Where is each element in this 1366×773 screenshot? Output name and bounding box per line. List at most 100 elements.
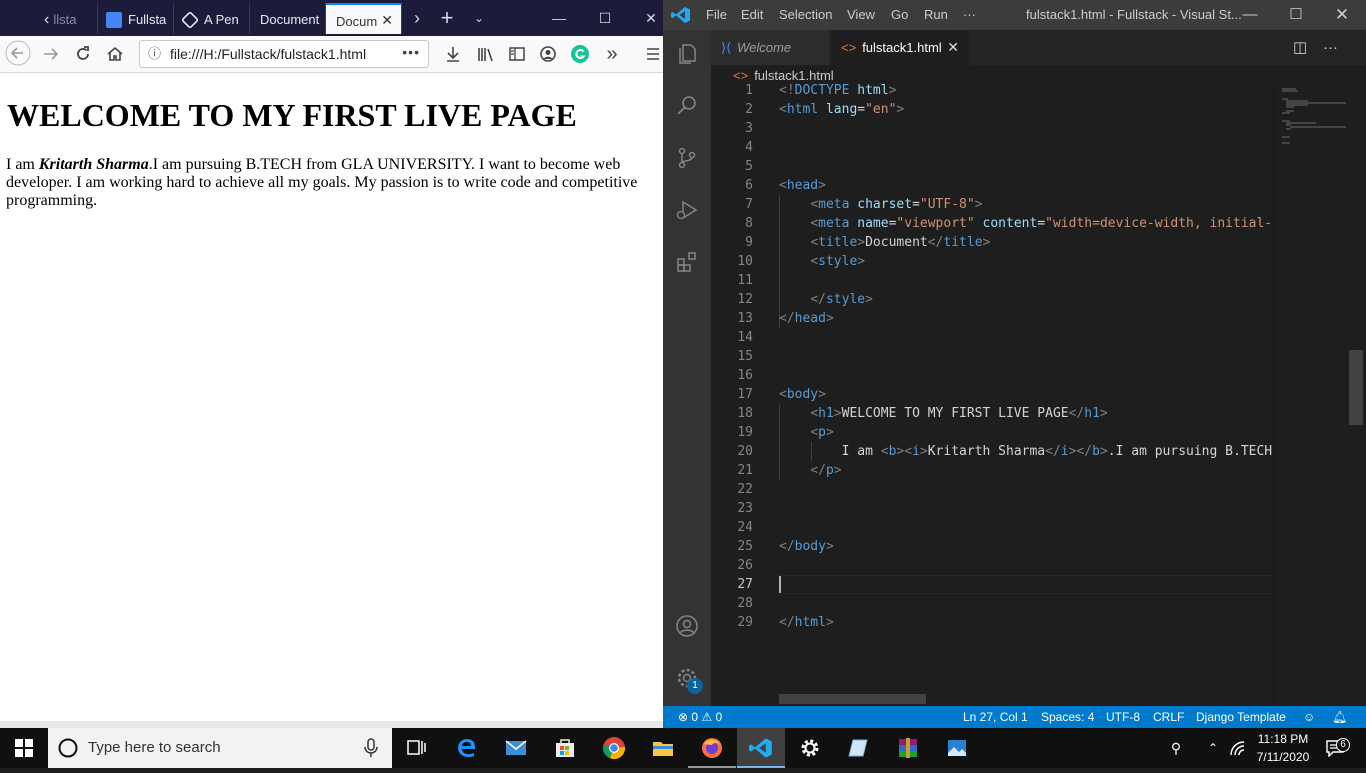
info-icon[interactable]: ⓘ (148, 41, 161, 67)
network-icon[interactable] (1226, 728, 1250, 768)
menu-run[interactable]: Run (924, 0, 948, 30)
minimize-button[interactable]: — (544, 0, 574, 36)
menu-go[interactable]: Go (891, 0, 908, 30)
html-file-icon: <> (841, 40, 857, 55)
menu-edit[interactable]: Edit (741, 0, 763, 30)
clock[interactable]: 11:18 PM 7/11/2020 (1252, 730, 1314, 766)
show-hidden-icons-chevron-icon[interactable]: ⌃ (1202, 728, 1224, 768)
grammarly-icon (571, 45, 589, 63)
search-button[interactable] (663, 82, 711, 130)
line-endings[interactable]: CRLF (1153, 706, 1184, 728)
task-view-button[interactable] (392, 728, 440, 768)
home-button[interactable] (100, 40, 130, 68)
overflow-chevron-icon[interactable]: » (597, 40, 627, 68)
action-center-button[interactable]: 6 (1320, 728, 1350, 768)
feedback-icon[interactable]: ☺ (1303, 706, 1315, 728)
page-actions-icon[interactable]: ••• (402, 39, 420, 65)
split-editor-icon[interactable]: ◫ (1293, 30, 1307, 65)
tab-codepen[interactable]: A Pen (174, 3, 250, 34)
tab-fulstack1-html[interactable]: <> fulstack1.html ✕ (831, 30, 969, 65)
grammarly-button[interactable] (565, 40, 595, 68)
menu-more[interactable]: ··· (963, 0, 976, 30)
firefox-app[interactable] (688, 728, 736, 768)
store-app[interactable] (541, 728, 589, 768)
chrome-icon (603, 737, 626, 760)
code-line: 9 <title>Document</title> (745, 235, 991, 250)
accounts-button[interactable] (663, 602, 711, 650)
tab-document[interactable]: Document (250, 3, 326, 34)
cursor-position[interactable]: Ln 27, Col 1 (963, 706, 1028, 728)
winrar-app[interactable] (884, 728, 932, 768)
chevron-left-icon[interactable]: ‹ (44, 11, 49, 28)
vertical-scrollbar[interactable] (1349, 350, 1363, 425)
start-button[interactable] (0, 728, 48, 768)
source-control-button[interactable] (663, 134, 711, 182)
menu-button[interactable] (638, 40, 663, 68)
problems-indicator[interactable]: ⊗ 0 ⚠ 0 (678, 706, 722, 728)
close-tab-icon[interactable]: ✕ (381, 5, 393, 34)
photos-app[interactable] (933, 728, 981, 768)
code-editor[interactable]: 1 <!DOCTYPE html> 2 <html lang="en"> 3 4 5… (711, 81, 1288, 703)
maximize-button[interactable]: ☐ (590, 0, 620, 36)
settings-app[interactable] (786, 728, 834, 768)
tab-welcome[interactable]: ⟩⟨ Welcome (711, 30, 830, 65)
downloads-button[interactable] (438, 40, 468, 68)
folder-icon (653, 742, 673, 756)
winrar-icon (899, 738, 917, 758)
menu-file[interactable]: File (706, 0, 727, 30)
close-window-button[interactable]: ✕ (1319, 0, 1365, 30)
back-button[interactable] (3, 40, 33, 68)
indentation[interactable]: Spaces: 4 (1041, 706, 1094, 728)
mail-app[interactable] (492, 728, 540, 768)
menu-view[interactable]: View (847, 0, 875, 30)
horizontal-scrollbar[interactable] (779, 694, 926, 704)
clock-time: 11:18 PM (1257, 732, 1309, 746)
url-bar[interactable]: ⓘ file:///H:/Fullstack/fulstack1.html ••… (139, 40, 429, 68)
account-button[interactable] (533, 40, 563, 68)
chrome-app[interactable] (590, 728, 638, 768)
forward-button[interactable] (36, 40, 66, 68)
menu-selection[interactable]: Selection (779, 0, 832, 30)
tab-document-active[interactable]: Docum ✕ (326, 3, 402, 34)
error-count: 0 (691, 710, 699, 724)
vscode-window: File Edit Selection View Go Run ··· fuls… (663, 0, 1366, 728)
extensions-button[interactable] (663, 238, 711, 286)
editor-tabs: ⟩⟨ Welcome <> fulstack1.html ✕ ◫ ··· (711, 30, 1366, 65)
code-line: 15 (737, 349, 753, 364)
explorer-button[interactable] (663, 30, 711, 78)
close-tab-icon[interactable]: ✕ (947, 30, 959, 65)
people-icon[interactable]: ⚲ (1163, 728, 1189, 768)
more-actions-icon[interactable]: ··· (1323, 30, 1338, 65)
encoding[interactable]: UTF-8 (1106, 706, 1140, 728)
code-line: 20 I am <b><i>Kritarth Sharma</i></b>.I … (737, 444, 1288, 459)
run-debug-button[interactable] (663, 186, 711, 234)
list-tabs-icon[interactable]: ⌄ (464, 0, 494, 36)
minimize-button[interactable]: — (1227, 0, 1273, 30)
sidebar-icon (509, 47, 525, 61)
tab-partial[interactable]: ‹ llsta (36, 3, 98, 34)
wifi-icon (1230, 741, 1245, 756)
notepad-app[interactable] (835, 728, 883, 768)
edge-app[interactable] (443, 728, 491, 768)
vscode-app[interactable] (737, 728, 785, 768)
code-line: 14 (737, 330, 753, 345)
maximize-button[interactable]: ☐ (1273, 0, 1319, 30)
page-content: WELCOME TO MY FIRST LIVE PAGE I am Krita… (0, 73, 663, 721)
sidebar-button[interactable] (502, 40, 532, 68)
account-icon (540, 46, 556, 62)
extensions-icon (677, 252, 696, 272)
tab-fullstack[interactable]: Fullsta (98, 3, 174, 34)
tab-label: llsta (53, 12, 77, 28)
reload-button[interactable] (68, 40, 98, 68)
bell-icon[interactable]: 🔔︎ (1332, 706, 1347, 728)
microphone-icon[interactable] (364, 738, 378, 758)
status-bar: ⊗ 0 ⚠ 0 Ln 27, Col 1 Spaces: 4 UTF-8 CRL… (663, 706, 1366, 728)
new-tab-button[interactable]: + (432, 0, 462, 36)
file-explorer-app[interactable] (639, 728, 687, 768)
language-mode[interactable]: Django Template (1196, 706, 1286, 728)
library-button[interactable] (470, 40, 500, 68)
manage-button[interactable] (663, 654, 711, 702)
close-window-button[interactable]: ✕ (636, 0, 663, 36)
taskbar-search[interactable]: Type here to search (48, 728, 392, 768)
chevron-right-icon[interactable]: › (402, 0, 432, 36)
